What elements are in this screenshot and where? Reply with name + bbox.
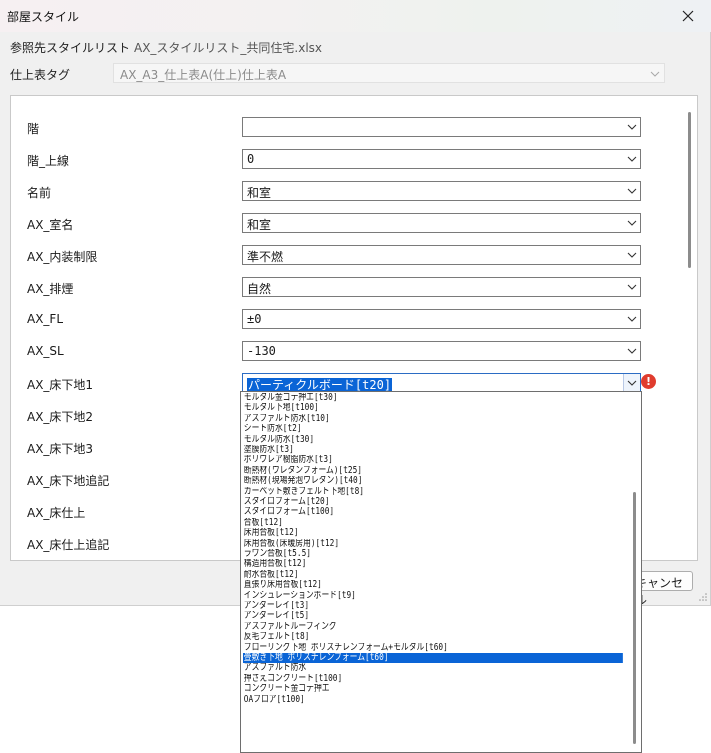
field-label: AX_FL [27,312,64,326]
list-item[interactable]: 床用合板[t12] [243,528,539,538]
list-item[interactable]: ポリウレア樹脂防水[t3] [243,455,539,465]
list-item[interactable]: OAフロア[t100] [243,695,539,705]
field-label: AX_床下地追記 [27,474,110,488]
list-item[interactable]: 直張り床用合板[t12] [243,580,539,590]
chevron-down-icon [650,68,660,82]
field-combo[interactable]: -130 [242,341,641,361]
close-icon [682,10,694,22]
field-label: 階 [27,122,40,136]
list-item[interactable]: アンダーレイ[t5] [243,611,539,621]
chevron-down-icon [627,153,637,167]
field-value: 準不燃 [247,250,284,264]
list-item[interactable]: インシュレーションボード[t9] [243,591,539,601]
window-title: 部屋スタイル [7,10,80,24]
field-label: AX_SL [27,344,64,358]
chevron-down-icon [627,217,637,231]
dropdown-list[interactable]: モルタル金ゴテ押エ[t30] モルタル下地[t100] アスファルト防水[t10… [240,391,642,753]
list-item[interactable]: 合板[t12] [243,518,539,528]
list-item[interactable]: 構造用合板[t12] [243,559,539,569]
field-label: AX_床仕上 [27,506,86,520]
field-combo[interactable] [242,117,641,137]
list-item[interactable]: カーペット敷きフェルト下地[t8] [243,487,539,497]
ref-list-label: 参照先スタイルリスト [10,41,131,55]
list-item[interactable]: コンクリート金ゴテ押エ [243,684,539,694]
chevron-down-icon [627,121,637,135]
field-value: パーティクルボード[t20] [247,378,393,392]
ref-list-value: AX_スタイルリスト_共同住宅.xlsx [134,41,323,55]
error-icon: ! [641,374,656,389]
field-value: 和室 [247,218,272,232]
list-item-highlighted[interactable]: 畳敷き下地 ポリスチレンフォーム[t60] [243,653,623,664]
field-value: -130 [247,344,276,358]
list-item[interactable]: スタイロフォーム[t20] [243,497,539,507]
list-item[interactable]: 床用合板(床暖房用)[t12] [243,539,539,549]
list-item[interactable]: アスファルト防水 [243,663,539,673]
finish-tag-select[interactable]: AX_A3_仕上表A(仕上)仕上表A [113,63,665,83]
chevron-down-icon [627,185,637,199]
list-item[interactable]: アンダーレイ[t3] [243,601,539,611]
list-item[interactable]: 押さえコンクリート[t100] [243,674,539,684]
list-item[interactable]: フローリング下地 ポリスチレンフォーム+モルタル[t60] [243,643,539,653]
field-label: 名前 [27,186,52,200]
chevron-down-icon [627,249,637,263]
list-item[interactable]: モルタル防水[t30] [243,435,539,445]
chevron-down-icon [627,380,637,386]
list-item[interactable]: スタイロフォーム[t100] [243,507,539,517]
title-bar[interactable]: 部屋スタイル [0,0,711,32]
field-label: AX_床下地2 [27,410,94,424]
dropdown-scrollbar[interactable] [633,492,636,744]
panel-scrollbar[interactable] [688,112,691,268]
field-value: 0 [247,152,255,166]
list-item[interactable]: モルタル下地[t100] [243,403,539,413]
field-label: AX_排煙 [27,282,74,296]
dropdown-toggle-button[interactable] [623,374,640,392]
list-item[interactable]: 断熱材(現場発泡ウレタン)[t40] [243,476,539,486]
list-item[interactable]: シート防水[t2] [243,424,539,434]
finish-tag-value: AX_A3_仕上表A(仕上)仕上表A [120,68,287,82]
field-label: 階_上線 [27,154,70,168]
list-item[interactable]: 塗膜防水[t3] [243,445,539,455]
list-item[interactable]: 耐水合板[t12] [243,570,539,580]
finish-tag-label: 仕上表タグ [10,68,71,82]
list-item[interactable]: 反毛フェルト[t8] [243,632,539,642]
list-item[interactable]: 断熱材(ウレタンフォーム)[t25] [243,466,539,476]
field-label: AX_床下地1 [27,378,94,392]
field-value: 和室 [247,186,272,200]
list-item[interactable]: アスファルトルーフィング [243,622,539,632]
chevron-down-icon [627,345,637,359]
field-combo[interactable]: 準不燃 [242,245,641,265]
close-button[interactable] [665,0,711,32]
field-label: AX_床仕上追記 [27,538,110,552]
field-label: AX_内装制限 [27,250,98,264]
field-combo[interactable]: ±0 [242,309,641,329]
field-label: AX_室名 [27,218,74,232]
resize-grip-icon[interactable] [698,592,708,602]
list-item[interactable]: ラワン合板[t5.5] [243,549,539,559]
list-item[interactable]: モルタル金ゴテ押エ[t30] [243,393,539,403]
chevron-down-icon [627,281,637,295]
field-value: 自然 [247,282,272,296]
field-combo[interactable]: 自然 [242,277,641,297]
chevron-down-icon [627,313,637,327]
list-item[interactable]: アスファルト防水[t10] [243,414,539,424]
field-value: ±0 [247,312,262,326]
field-combo-active[interactable]: パーティクルボード[t20] [242,373,641,393]
field-combo[interactable]: 0 [242,149,641,169]
field-combo[interactable]: 和室 [242,213,641,233]
field-combo[interactable]: 和室 [242,181,641,201]
field-label: AX_床下地3 [27,442,94,456]
